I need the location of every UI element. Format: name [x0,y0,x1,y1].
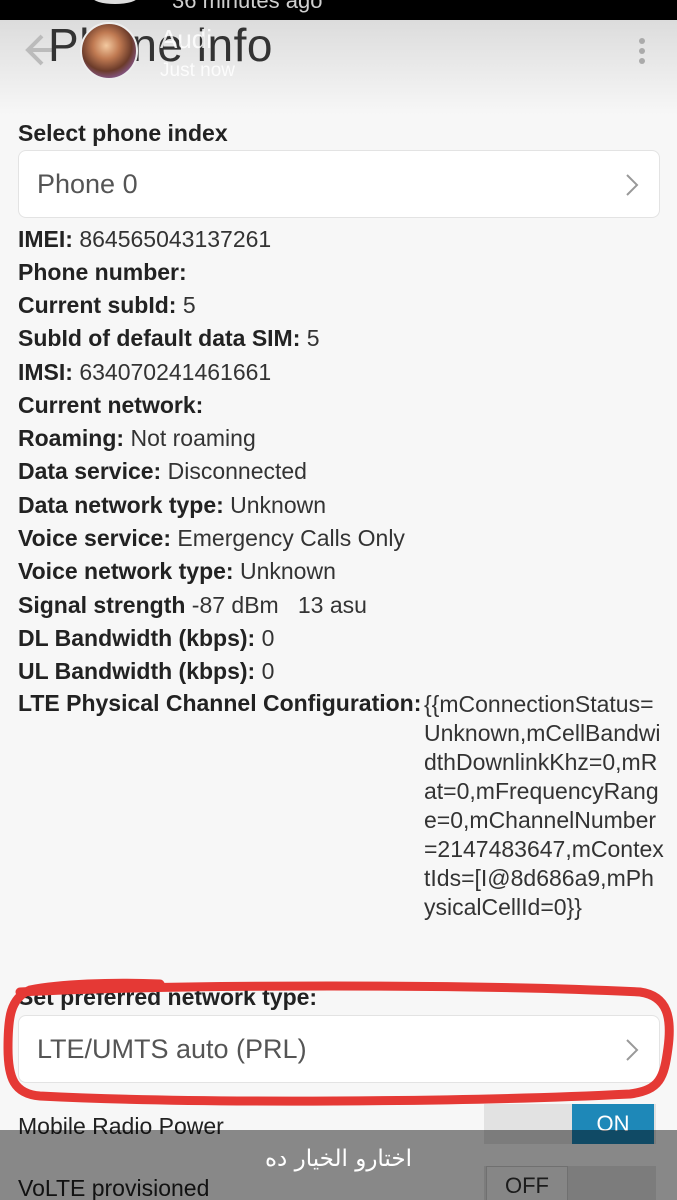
info-row-data-service: Data service: Disconnected [18,458,307,484]
info-row-voice-network-type: Voice network type: Unknown [18,558,336,584]
info-row-signal-strength: Signal strength -87 dBm 13 asu [18,592,367,618]
lte-config-value: {{mConnectionStatus=Unknown,mCellBandwid… [424,691,664,920]
story-avatar[interactable] [80,22,138,80]
story-peek-text: 36 minutes ago [172,0,323,13]
info-row-data-network-type: Data network type: Unknown [18,492,327,518]
phone-index-value: Phone 0 [37,169,138,199]
preferred-network-label: Set preferred network type: [18,984,318,1010]
info-row-dl-bandwidth: DL Bandwidth (kbps): 0 [18,625,275,651]
lte-config-label: LTE Physical Channel Configuration: [18,690,422,716]
info-row-voice-service: Voice service: Emergency Calls Only [18,525,405,551]
story-caption-text: اختارو الخيار ده [265,1146,412,1172]
chevron-right-icon [626,1039,639,1061]
story-username[interactable]: Audi [160,24,212,55]
info-row-default-data-subid: SubId of default data SIM: 5 [18,325,320,351]
preferred-network-dropdown[interactable]: LTE/UMTS auto (PRL) [18,1015,660,1083]
story-progress-area: 36 minutes ago [0,0,677,20]
info-row-current-network: Current network: [18,392,204,418]
info-row-phone-number: Phone number: [18,259,187,285]
info-row-imsi: IMSI: 634070241461661 [18,359,272,385]
info-row-current-subid: Current subId: 5 [18,292,196,318]
story-peek-shape [92,0,138,4]
story-timestamp: Just now [160,60,235,81]
info-row-ul-bandwidth: UL Bandwidth (kbps): 0 [18,658,275,684]
info-row-roaming: Roaming: Not roaming [18,425,256,451]
phone-index-dropdown[interactable]: Phone 0 [18,150,660,218]
info-row-imei: IMEI: 864565043137261 [18,226,272,252]
more-options-icon[interactable] [630,36,654,66]
chevron-right-icon [626,174,639,196]
phone-index-label: Select phone index [18,120,228,146]
preferred-network-value: LTE/UMTS auto (PRL) [37,1034,307,1064]
